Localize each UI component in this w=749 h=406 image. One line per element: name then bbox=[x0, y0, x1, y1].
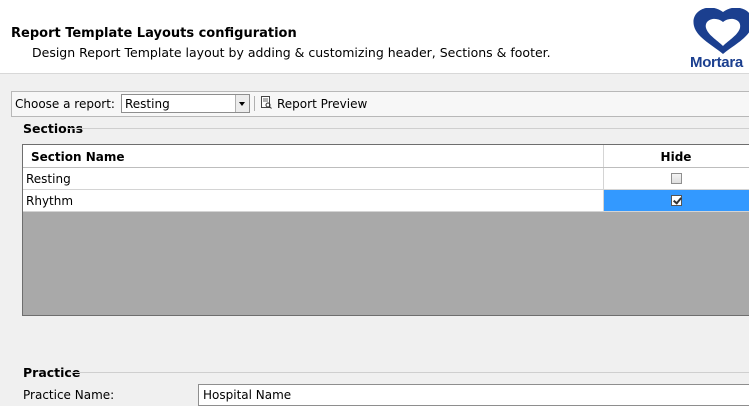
toolbar-separator bbox=[254, 96, 255, 111]
report-preview-label: Report Preview bbox=[277, 97, 368, 111]
chevron-down-icon[interactable] bbox=[235, 95, 249, 112]
grid-header-row: Section Name Hide bbox=[23, 145, 749, 168]
report-select[interactable]: Resting bbox=[121, 94, 250, 113]
table-row[interactable]: Resting bbox=[23, 168, 749, 190]
practice-name-label: Practice Name: bbox=[23, 388, 115, 402]
section-name-cell: Rhythm bbox=[26, 194, 74, 208]
logo-text: Mortara bbox=[690, 54, 743, 71]
page-header: Report Template Layouts configuration De… bbox=[0, 0, 749, 74]
practice-divider bbox=[68, 372, 749, 373]
report-toolbar: Choose a report: Resting Report Preview bbox=[11, 91, 749, 117]
page-title: Report Template Layouts configuration bbox=[11, 26, 297, 41]
hide-checkbox[interactable] bbox=[671, 195, 682, 206]
section-name-cell: Resting bbox=[26, 172, 71, 186]
column-header-hide[interactable]: Hide bbox=[603, 150, 749, 164]
mortara-logo: Mortara bbox=[690, 8, 749, 72]
sections-divider bbox=[68, 128, 749, 129]
report-preview-icon bbox=[261, 96, 272, 109]
sections-grid: Section Name Hide Resting Rhythm bbox=[22, 144, 749, 316]
heart-logo-icon bbox=[693, 8, 749, 54]
hide-cell bbox=[603, 168, 749, 189]
page-subtitle: Design Report Template layout by adding … bbox=[32, 45, 551, 60]
report-select-value: Resting bbox=[125, 97, 170, 111]
hide-checkbox[interactable] bbox=[671, 173, 682, 184]
table-row[interactable]: Rhythm bbox=[23, 190, 749, 212]
choose-report-label: Choose a report: bbox=[15, 97, 115, 111]
column-header-section-name[interactable]: Section Name bbox=[31, 150, 125, 164]
practice-name-input[interactable] bbox=[198, 384, 749, 406]
hide-cell-selected bbox=[603, 190, 749, 211]
